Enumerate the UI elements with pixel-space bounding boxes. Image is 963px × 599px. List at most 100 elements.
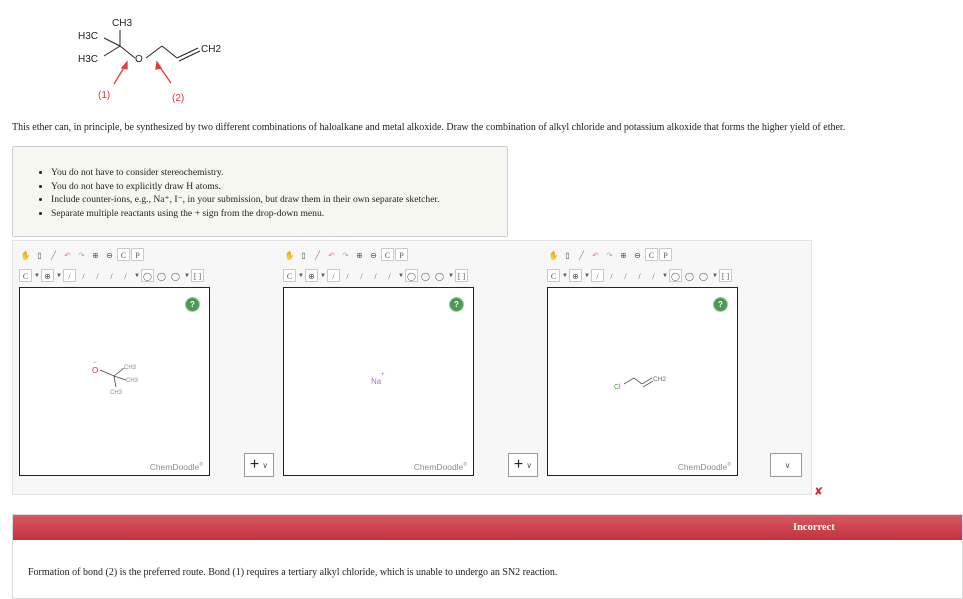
element-select[interactable]: C <box>283 268 296 282</box>
bond-tool-icon[interactable]: / <box>119 269 132 282</box>
chevron-down-icon[interactable]: ▼ <box>661 269 668 282</box>
question-text: This ether can, in principle, be synthes… <box>12 122 846 133</box>
copy-button[interactable]: C <box>117 247 130 261</box>
paste-button[interactable]: P <box>659 247 672 261</box>
redo-icon[interactable]: ↷ <box>339 248 352 261</box>
zoom-in-icon[interactable]: ⊕ <box>617 248 630 261</box>
single-bond-button[interactable]: / <box>591 268 604 282</box>
zoom-out-icon[interactable]: ⊖ <box>631 248 644 261</box>
clear-icon[interactable]: ▯ <box>297 248 310 261</box>
chevron-down-icon[interactable]: ▼ <box>583 269 590 282</box>
ring-tool-icon[interactable]: ◯ <box>419 269 432 282</box>
chevron-down-icon[interactable]: ▼ <box>297 269 304 282</box>
chevron-down-icon[interactable]: ▼ <box>55 269 62 282</box>
chevron-down-icon: ∨ <box>784 460 791 470</box>
ch3-label: CH3 <box>124 365 137 371</box>
chevron-down-icon[interactable]: ▼ <box>447 269 454 282</box>
toolbar-row-1: ✋ ▯ ╱ ↶ ↷ ⊕ ⊖ C P <box>19 246 144 262</box>
sketcher-canvas[interactable]: ? Na + ChemDoodle® <box>283 287 474 476</box>
undo-icon[interactable]: ↶ <box>61 248 74 261</box>
redo-icon[interactable]: ↷ <box>75 248 88 261</box>
zoom-in-icon[interactable]: ⊕ <box>89 248 102 261</box>
operator-select[interactable]: + ∨ <box>508 453 538 477</box>
hand-icon[interactable]: ✋ <box>19 248 32 261</box>
bracket-tool-icon[interactable]: [ ] <box>719 268 732 282</box>
ch3-label: CH3 <box>110 390 123 396</box>
ring-tool-icon[interactable]: ◯ <box>683 269 696 282</box>
operator-select[interactable]: ∨ <box>770 453 802 477</box>
chevron-down-icon[interactable]: ▼ <box>711 269 718 282</box>
chevron-down-icon: ∨ <box>526 460 533 470</box>
chevron-down-icon[interactable]: ▼ <box>133 269 140 282</box>
redo-icon[interactable]: ↷ <box>603 248 616 261</box>
chevron-down-icon[interactable]: ▼ <box>319 269 326 282</box>
bond-tool-icon[interactable]: / <box>619 269 632 282</box>
zoom-out-icon[interactable]: ⊖ <box>367 248 380 261</box>
bond-tool-icon[interactable]: / <box>647 269 660 282</box>
bond-tool-icon[interactable]: / <box>341 269 354 282</box>
bond-tool-icon[interactable]: / <box>105 269 118 282</box>
charge-label: + <box>381 372 385 378</box>
bracket-tool-icon[interactable]: [ ] <box>455 268 468 282</box>
ring-tool-icon[interactable]: ◯ <box>697 269 710 282</box>
eraser-icon[interactable]: ╱ <box>311 248 324 261</box>
sketcher-canvas[interactable]: ? O − CH3 CH3 CH3 ChemDoodle® <box>19 287 210 476</box>
element-select[interactable]: C <box>547 268 560 282</box>
zoom-out-icon[interactable]: ⊖ <box>103 248 116 261</box>
undo-icon[interactable]: ↶ <box>325 248 338 261</box>
paste-button[interactable]: P <box>131 247 144 261</box>
ring-tool-icon[interactable]: ◯ <box>669 268 682 282</box>
molecule-allyl-chloride: Cl CH2 <box>614 376 666 391</box>
ring-tool-icon[interactable]: ◯ <box>405 268 418 282</box>
paste-button[interactable]: P <box>395 247 408 261</box>
help-icon[interactable]: ? <box>449 297 464 312</box>
hint-item: You do not have to consider stereochemis… <box>51 166 507 180</box>
result-status: Incorrect <box>793 522 835 533</box>
clear-icon[interactable]: ▯ <box>561 248 574 261</box>
sketcher-canvas[interactable]: ? Cl CH2 ChemDoodle® <box>547 287 738 476</box>
chevron-down-icon[interactable]: ▼ <box>561 269 568 282</box>
bond-tool-icon[interactable]: / <box>383 269 396 282</box>
single-bond-button[interactable]: / <box>327 268 340 282</box>
help-icon[interactable]: ? <box>713 297 728 312</box>
undo-icon[interactable]: ↶ <box>589 248 602 261</box>
operator-value: + <box>513 456 524 473</box>
ring-tool-icon[interactable]: ◯ <box>433 269 446 282</box>
element-select[interactable]: C <box>19 268 32 282</box>
single-bond-button[interactable]: / <box>63 268 76 282</box>
bond-tool-icon[interactable]: / <box>77 269 90 282</box>
zoom-in-icon[interactable]: ⊕ <box>353 248 366 261</box>
bond-tool-icon[interactable]: / <box>355 269 368 282</box>
chevron-down-icon[interactable]: ▼ <box>183 269 190 282</box>
bond-tool-icon[interactable]: / <box>633 269 646 282</box>
eraser-icon[interactable]: ╱ <box>575 248 588 261</box>
copy-button[interactable]: C <box>645 247 658 261</box>
chevron-down-icon[interactable]: ▼ <box>33 269 40 282</box>
molecule-tert-butoxide: O − CH3 CH3 CH3 <box>92 360 139 396</box>
hint-item: You do not have to explicitly draw H ato… <box>51 180 507 194</box>
operator-select[interactable]: + ∨ <box>244 453 274 477</box>
ring-tool-icon[interactable]: ◯ <box>141 268 154 282</box>
ring-tool-icon[interactable]: ◯ <box>169 269 182 282</box>
charge-button[interactable]: ⊕ <box>41 268 54 282</box>
bond-tool-icon[interactable]: / <box>369 269 382 282</box>
chevron-down-icon[interactable]: ▼ <box>397 269 404 282</box>
toolbar-row-2: C ▼ ⊕ ▼ / / / / / ▼ ◯ ◯ ◯ ▼ [ ] <box>19 267 204 283</box>
bond-tool-icon[interactable]: / <box>91 269 104 282</box>
feedback-panel: Incorrect Formation of bond (2) is the p… <box>12 514 963 599</box>
ch2-label: CH2 <box>653 376 666 383</box>
oxygen-atom: O <box>92 366 98 375</box>
clear-icon[interactable]: ▯ <box>33 248 46 261</box>
bracket-tool-icon[interactable]: [ ] <box>191 268 204 282</box>
charge-button[interactable]: ⊕ <box>569 268 582 282</box>
copy-button[interactable]: C <box>381 247 394 261</box>
incorrect-mark-icon: ✘ <box>814 485 824 498</box>
charge-button[interactable]: ⊕ <box>305 268 318 282</box>
bond-tool-icon[interactable]: / <box>605 269 618 282</box>
chemdoodle-brand: ChemDoodle® <box>413 462 467 472</box>
hand-icon[interactable]: ✋ <box>283 248 296 261</box>
eraser-icon[interactable]: ╱ <box>47 248 60 261</box>
ring-tool-icon[interactable]: ◯ <box>155 269 168 282</box>
hand-icon[interactable]: ✋ <box>547 248 560 261</box>
help-icon[interactable]: ? <box>185 297 200 312</box>
